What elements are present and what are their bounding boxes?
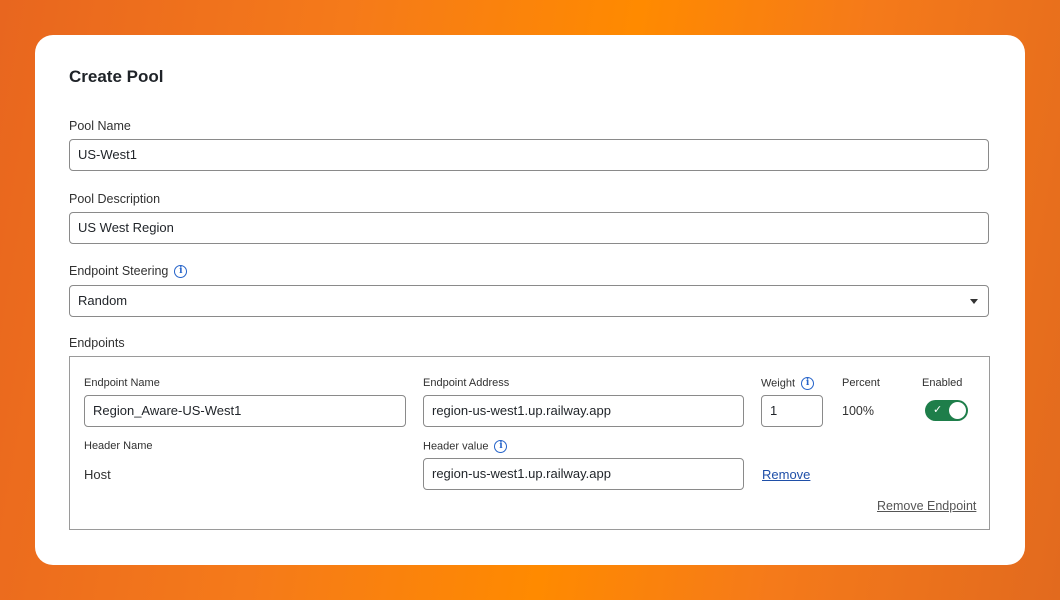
info-icon[interactable]: i [494, 440, 508, 453]
endpoints-label: Endpoints [69, 336, 125, 350]
percent-value: 100% [842, 404, 874, 418]
header-value-input[interactable]: region-us-west1.up.railway.app [423, 458, 744, 490]
endpoint-name-input[interactable]: Region_Aware-US-West1 [84, 395, 406, 427]
enabled-toggle[interactable]: ✓ [925, 400, 968, 421]
toggle-knob [949, 402, 966, 419]
enabled-label: Enabled [922, 377, 963, 389]
header-value-label: Header value [423, 440, 489, 453]
remove-header-link[interactable]: Remove [762, 467, 810, 482]
pool-description-label: Pool Description [69, 192, 161, 206]
endpoint-entry: Endpoint Name Region_Aware-US-West1 Endp… [69, 356, 990, 530]
remove-endpoint-link[interactable]: Remove Endpoint [877, 499, 976, 513]
endpoint-address-label: Endpoint Address [423, 377, 510, 389]
pool-description-input[interactable]: US West Region [69, 212, 989, 244]
chevron-down-icon [970, 299, 978, 304]
info-icon[interactable]: i [174, 265, 188, 279]
endpoint-address-input[interactable]: region-us-west1.up.railway.app [423, 395, 744, 427]
percent-label: Percent [842, 377, 880, 389]
create-pool-card: Create Pool Pool Name US-West1 Pool Desc… [35, 35, 1025, 565]
pool-name-input[interactable]: US-West1 [69, 139, 989, 171]
pool-name-label: Pool Name [69, 119, 131, 133]
header-value-label-row: Header value i [423, 440, 508, 453]
endpoint-steering-label-row: Endpoint Steering i [69, 264, 188, 279]
endpoint-name-label: Endpoint Name [84, 377, 160, 389]
endpoint-steering-select[interactable]: Random [69, 285, 989, 317]
weight-label: Weight [761, 377, 796, 390]
endpoint-steering-value: Random [78, 293, 128, 308]
weight-input[interactable]: 1 [761, 395, 823, 427]
header-name-label: Header Name [84, 440, 153, 452]
endpoint-steering-label: Endpoint Steering [69, 264, 169, 278]
page-title: Create Pool [69, 67, 164, 86]
weight-label-row: Weight i [761, 377, 815, 390]
check-icon: ✓ [933, 404, 943, 416]
info-icon[interactable]: i [801, 377, 815, 390]
header-name-value: Host [84, 467, 111, 482]
